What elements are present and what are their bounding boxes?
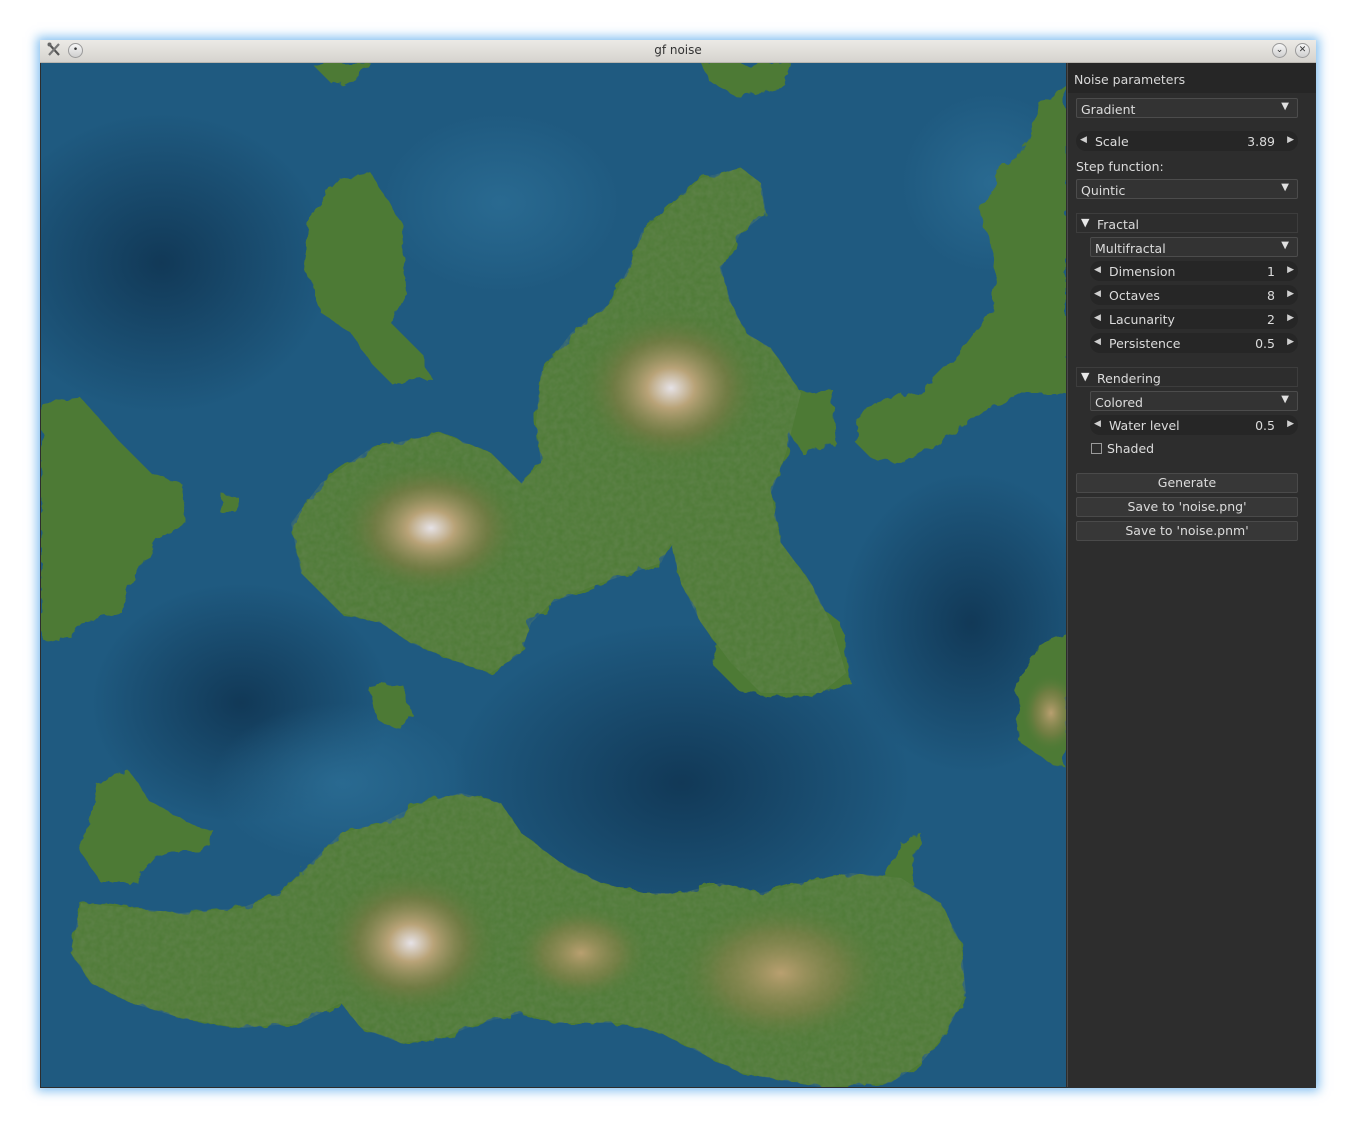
scale-property[interactable]: ◀ Scale 3.89 ▶ [1076, 131, 1298, 151]
noise-parameters-panel: Noise parameters Gradient ▼ ◀ Scale 3.89… [1067, 63, 1316, 1087]
close-button[interactable]: ✕ [1295, 43, 1310, 58]
dropdown-arrow-icon: ▼ [1281, 240, 1289, 251]
increment-arrow-icon[interactable]: ▶ [1287, 135, 1294, 145]
dropdown-arrow-icon: ▼ [1281, 394, 1289, 405]
water-level-value: 0.5 [1255, 418, 1275, 433]
rendering-mode-dropdown[interactable]: Colored ▼ [1090, 391, 1298, 411]
checkbox-box[interactable] [1091, 443, 1102, 454]
scale-label: Scale [1095, 134, 1129, 149]
increment-arrow-icon[interactable]: ▶ [1287, 337, 1294, 347]
octaves-value: 8 [1267, 288, 1275, 303]
expanded-triangle-icon: ▼ [1081, 370, 1090, 383]
decrement-arrow-icon[interactable]: ◀ [1094, 289, 1101, 299]
dimension-property[interactable]: ◀ Dimension 1 ▶ [1090, 261, 1298, 281]
shaded-checkbox[interactable]: Shaded [1091, 441, 1211, 459]
step-function-dropdown[interactable]: Quintic ▼ [1076, 179, 1298, 199]
expanded-triangle-icon: ▼ [1081, 216, 1090, 229]
increment-arrow-icon[interactable]: ▶ [1287, 265, 1294, 275]
save-png-button[interactable]: Save to 'noise.png' [1076, 497, 1298, 517]
water-level-label: Water level [1109, 418, 1180, 433]
lacunarity-label: Lacunarity [1109, 312, 1175, 327]
scale-value: 3.89 [1247, 134, 1275, 149]
increment-arrow-icon[interactable]: ▶ [1287, 289, 1294, 299]
fractal-section-header[interactable]: ▼ Fractal [1076, 213, 1298, 233]
decrement-arrow-icon[interactable]: ◀ [1094, 265, 1101, 275]
lacunarity-value: 2 [1267, 312, 1275, 327]
fractal-title: Fractal [1097, 217, 1139, 232]
dimension-label: Dimension [1109, 264, 1176, 279]
decrement-arrow-icon[interactable]: ◀ [1080, 135, 1087, 145]
decrement-arrow-icon[interactable]: ◀ [1094, 419, 1101, 429]
title-bar[interactable]: • gf noise ⌄ ✕ [40, 40, 1316, 63]
fractal-type-value: Multifractal [1095, 241, 1166, 256]
increment-arrow-icon[interactable]: ▶ [1287, 419, 1294, 429]
decrement-arrow-icon[interactable]: ◀ [1094, 337, 1101, 347]
dimension-value: 1 [1267, 264, 1275, 279]
noise-type-dropdown[interactable]: Gradient ▼ [1076, 98, 1298, 118]
rendering-title: Rendering [1097, 371, 1161, 386]
panel-header: Noise parameters [1068, 63, 1316, 93]
panel-title: Noise parameters [1074, 72, 1186, 87]
rendering-mode-value: Colored [1095, 395, 1143, 410]
noise-type-value: Gradient [1081, 102, 1136, 117]
window-title: gf noise [654, 43, 702, 57]
generate-button[interactable]: Generate [1076, 473, 1298, 493]
rendering-section-header[interactable]: ▼ Rendering [1076, 367, 1298, 387]
water-level-property[interactable]: ◀ Water level 0.5 ▶ [1090, 415, 1298, 435]
dropdown-arrow-icon: ▼ [1281, 182, 1289, 193]
persistence-label: Persistence [1109, 336, 1181, 351]
app-window: • gf noise ⌄ ✕ Noise parameters Gradient… [40, 40, 1316, 1088]
persistence-property[interactable]: ◀ Persistence 0.5 ▶ [1090, 333, 1298, 353]
lacunarity-property[interactable]: ◀ Lacunarity 2 ▶ [1090, 309, 1298, 329]
save-pnm-button[interactable]: Save to 'noise.pnm' [1076, 521, 1298, 541]
terrain-image [41, 63, 1066, 1087]
step-function-value: Quintic [1081, 183, 1126, 198]
octaves-property[interactable]: ◀ Octaves 8 ▶ [1090, 285, 1298, 305]
minimize-button[interactable]: ⌄ [1272, 43, 1287, 58]
step-function-label: Step function: [1076, 159, 1164, 174]
noise-map-canvas[interactable] [41, 63, 1066, 1087]
fractal-type-dropdown[interactable]: Multifractal ▼ [1090, 237, 1298, 257]
increment-arrow-icon[interactable]: ▶ [1287, 313, 1294, 323]
octaves-label: Octaves [1109, 288, 1160, 303]
persistence-value: 0.5 [1255, 336, 1275, 351]
dropdown-arrow-icon: ▼ [1281, 101, 1289, 112]
shaded-label: Shaded [1107, 441, 1155, 456]
decrement-arrow-icon[interactable]: ◀ [1094, 313, 1101, 323]
